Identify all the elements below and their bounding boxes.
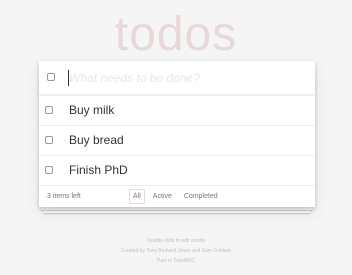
- todo-label[interactable]: Buy bread: [69, 133, 124, 147]
- info-credits: Created by Tony Bedwell Jones and Sam Go…: [120, 248, 232, 254]
- info-edit-hint: Double-click to edit a todo: [147, 238, 205, 244]
- todo-item[interactable]: Buy milk: [39, 96, 315, 126]
- info-footer: Double-click to edit a todo Created by T…: [0, 236, 352, 266]
- todo-item[interactable]: Buy bread: [39, 126, 315, 156]
- todo-checkbox-icon[interactable]: [45, 166, 53, 174]
- filter-completed-link[interactable]: Completed: [180, 189, 222, 204]
- todo-label[interactable]: Buy milk: [69, 103, 114, 117]
- todo-app: Buy milk Buy bread Finish PhD 3 items le…: [39, 61, 315, 207]
- filter-active-link[interactable]: Active: [149, 189, 176, 204]
- text-cursor: [68, 70, 69, 86]
- todo-footer: 3 items left All Active Completed: [39, 186, 315, 207]
- todo-list: Buy milk Buy bread Finish PhD: [39, 96, 315, 186]
- todo-checkbox-icon[interactable]: [45, 136, 53, 144]
- new-todo-input[interactable]: [67, 68, 309, 88]
- todo-checkbox-icon[interactable]: [45, 106, 53, 114]
- todo-label[interactable]: Finish PhD: [69, 163, 128, 177]
- new-todo-row: [39, 61, 315, 96]
- filter-all-link[interactable]: All: [129, 189, 145, 204]
- info-todomvc-link[interactable]: Part of TodoMVC: [0, 256, 352, 266]
- todo-item[interactable]: Finish PhD: [39, 156, 315, 186]
- app-title: todos: [114, 8, 238, 61]
- filter-tabs: All Active Completed: [129, 189, 226, 204]
- items-left-count: 3 items left: [47, 193, 81, 200]
- toggle-all-checkbox-icon[interactable]: [47, 73, 55, 81]
